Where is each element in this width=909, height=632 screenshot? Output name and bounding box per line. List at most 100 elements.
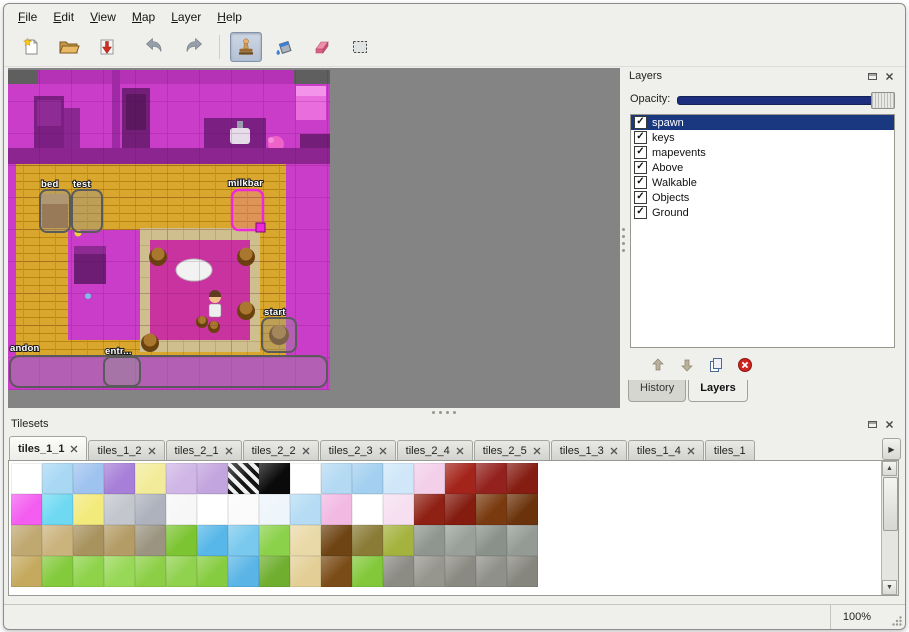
dock-close-button[interactable]	[882, 418, 896, 431]
tileset-tile[interactable]	[104, 525, 135, 556]
selection-handle[interactable]	[256, 223, 265, 232]
tileset-tile[interactable]	[42, 525, 73, 556]
opacity-slider-handle[interactable]	[871, 92, 895, 109]
tab-history[interactable]: History	[628, 380, 686, 402]
tileset-tile[interactable]	[321, 463, 352, 494]
map-object-bed[interactable]	[40, 190, 70, 232]
tileset-tab-tiles_2_5[interactable]: tiles_2_5	[474, 440, 550, 460]
tab-close-icon[interactable]	[456, 447, 464, 455]
tileset-tile[interactable]	[228, 556, 259, 587]
new-map-button[interactable]	[15, 32, 47, 62]
tileset-tile[interactable]	[104, 463, 135, 494]
tileset-tile[interactable]	[476, 556, 507, 587]
tab-close-icon[interactable]	[70, 445, 78, 453]
lower-layer-button[interactable]	[677, 355, 697, 375]
tileset-tile[interactable]	[166, 556, 197, 587]
tileset-tile[interactable]	[321, 556, 352, 587]
tileset-tile[interactable]	[135, 463, 166, 494]
tileset-grid[interactable]	[11, 463, 538, 587]
tab-scroll-right-button[interactable]: ▶	[882, 438, 901, 460]
tileset-tile[interactable]	[383, 525, 414, 556]
tab-close-icon[interactable]	[533, 447, 541, 455]
tileset-tile[interactable]	[352, 463, 383, 494]
tileset-tile[interactable]	[135, 556, 166, 587]
tileset-tile[interactable]	[166, 494, 197, 525]
tileset-tile[interactable]	[414, 463, 445, 494]
resize-grip[interactable]	[890, 614, 903, 627]
tileset-tile[interactable]	[383, 556, 414, 587]
map-viewport[interactable]: bed test milkbar start andon entr...	[8, 68, 620, 408]
layer-visibility-checkbox[interactable]: ✓	[634, 131, 647, 144]
map-canvas[interactable]: bed test milkbar start andon entr...	[8, 70, 330, 390]
tileset-scrollbar[interactable]: ▲ ▼	[881, 461, 898, 595]
tileset-tile[interactable]	[507, 556, 538, 587]
tileset-tile[interactable]	[476, 463, 507, 494]
tab-close-icon[interactable]	[148, 447, 156, 455]
layer-row-objects[interactable]: ✓ Objects	[631, 190, 894, 205]
tileset-tile[interactable]	[259, 463, 290, 494]
tileset-tile[interactable]	[476, 525, 507, 556]
tileset-tab-tiles_2_3[interactable]: tiles_2_3	[320, 440, 396, 460]
tileset-tile[interactable]	[445, 463, 476, 494]
tileset-tile[interactable]	[42, 556, 73, 587]
tileset-tile[interactable]	[42, 463, 73, 494]
tab-close-icon[interactable]	[302, 447, 310, 455]
tileset-tile[interactable]	[507, 525, 538, 556]
layer-row-ground[interactable]: ✓ Ground	[631, 205, 894, 220]
tileset-tile[interactable]	[135, 525, 166, 556]
tileset-tab-tiles_1_1[interactable]: tiles_1_1	[9, 436, 87, 460]
tileset-tile[interactable]	[11, 556, 42, 587]
tileset-tile[interactable]	[445, 556, 476, 587]
tileset-tile[interactable]	[259, 494, 290, 525]
duplicate-layer-button[interactable]	[706, 355, 726, 375]
tileset-tile[interactable]	[445, 494, 476, 525]
tileset-tile[interactable]	[73, 556, 104, 587]
menu-map[interactable]: Map	[124, 7, 163, 27]
tileset-tile[interactable]	[507, 494, 538, 525]
layer-row-above[interactable]: ✓ Above	[631, 160, 894, 175]
tileset-tile[interactable]	[197, 556, 228, 587]
tab-layers[interactable]: Layers	[688, 380, 747, 402]
dock-float-button[interactable]	[865, 70, 879, 83]
opacity-slider-track[interactable]	[677, 96, 895, 105]
layer-visibility-checkbox[interactable]: ✓	[634, 176, 647, 189]
layer-visibility-checkbox[interactable]: ✓	[634, 206, 647, 219]
tileset-tab-tiles_1_4[interactable]: tiles_1_4	[628, 440, 704, 460]
layer-row-spawn[interactable]: ✓ spawn	[631, 115, 894, 130]
tileset-tile[interactable]	[73, 525, 104, 556]
tileset-tile[interactable]	[228, 463, 259, 494]
tileset-tile[interactable]	[166, 525, 197, 556]
raise-layer-button[interactable]	[648, 355, 668, 375]
tileset-tile[interactable]	[135, 494, 166, 525]
tileset-tile[interactable]	[445, 525, 476, 556]
menu-help[interactable]: Help	[209, 7, 250, 27]
redo-button[interactable]	[177, 32, 209, 62]
opacity-slider[interactable]	[677, 92, 895, 107]
tileset-tile[interactable]	[290, 525, 321, 556]
tileset-tile[interactable]	[73, 463, 104, 494]
layer-row-keys[interactable]: ✓ keys	[631, 130, 894, 145]
dock-float-button[interactable]	[865, 418, 879, 431]
layer-visibility-checkbox[interactable]: ✓	[634, 161, 647, 174]
eraser-tool-button[interactable]	[306, 32, 338, 62]
tileset-tile[interactable]	[197, 494, 228, 525]
tileset-tile[interactable]	[414, 525, 445, 556]
map-object-andon[interactable]	[10, 356, 327, 387]
tileset-tile[interactable]	[414, 494, 445, 525]
tileset-tile[interactable]	[11, 525, 42, 556]
tileset-tile[interactable]	[476, 494, 507, 525]
scroll-up-button[interactable]: ▲	[882, 461, 897, 476]
tileset-tile[interactable]	[290, 463, 321, 494]
layer-visibility-checkbox[interactable]: ✓	[634, 116, 647, 129]
tileset-tile[interactable]	[290, 556, 321, 587]
tileset-tile[interactable]	[321, 494, 352, 525]
tileset-tile[interactable]	[11, 463, 42, 494]
map-object-entr[interactable]	[104, 357, 140, 386]
tileset-tile[interactable]	[166, 463, 197, 494]
undo-button[interactable]	[139, 32, 171, 62]
layer-row-mapevents[interactable]: ✓ mapevents	[631, 145, 894, 160]
tileset-tile[interactable]	[42, 494, 73, 525]
tileset-tile[interactable]	[228, 525, 259, 556]
stamp-tool-button[interactable]	[230, 32, 262, 62]
tab-close-icon[interactable]	[225, 447, 233, 455]
